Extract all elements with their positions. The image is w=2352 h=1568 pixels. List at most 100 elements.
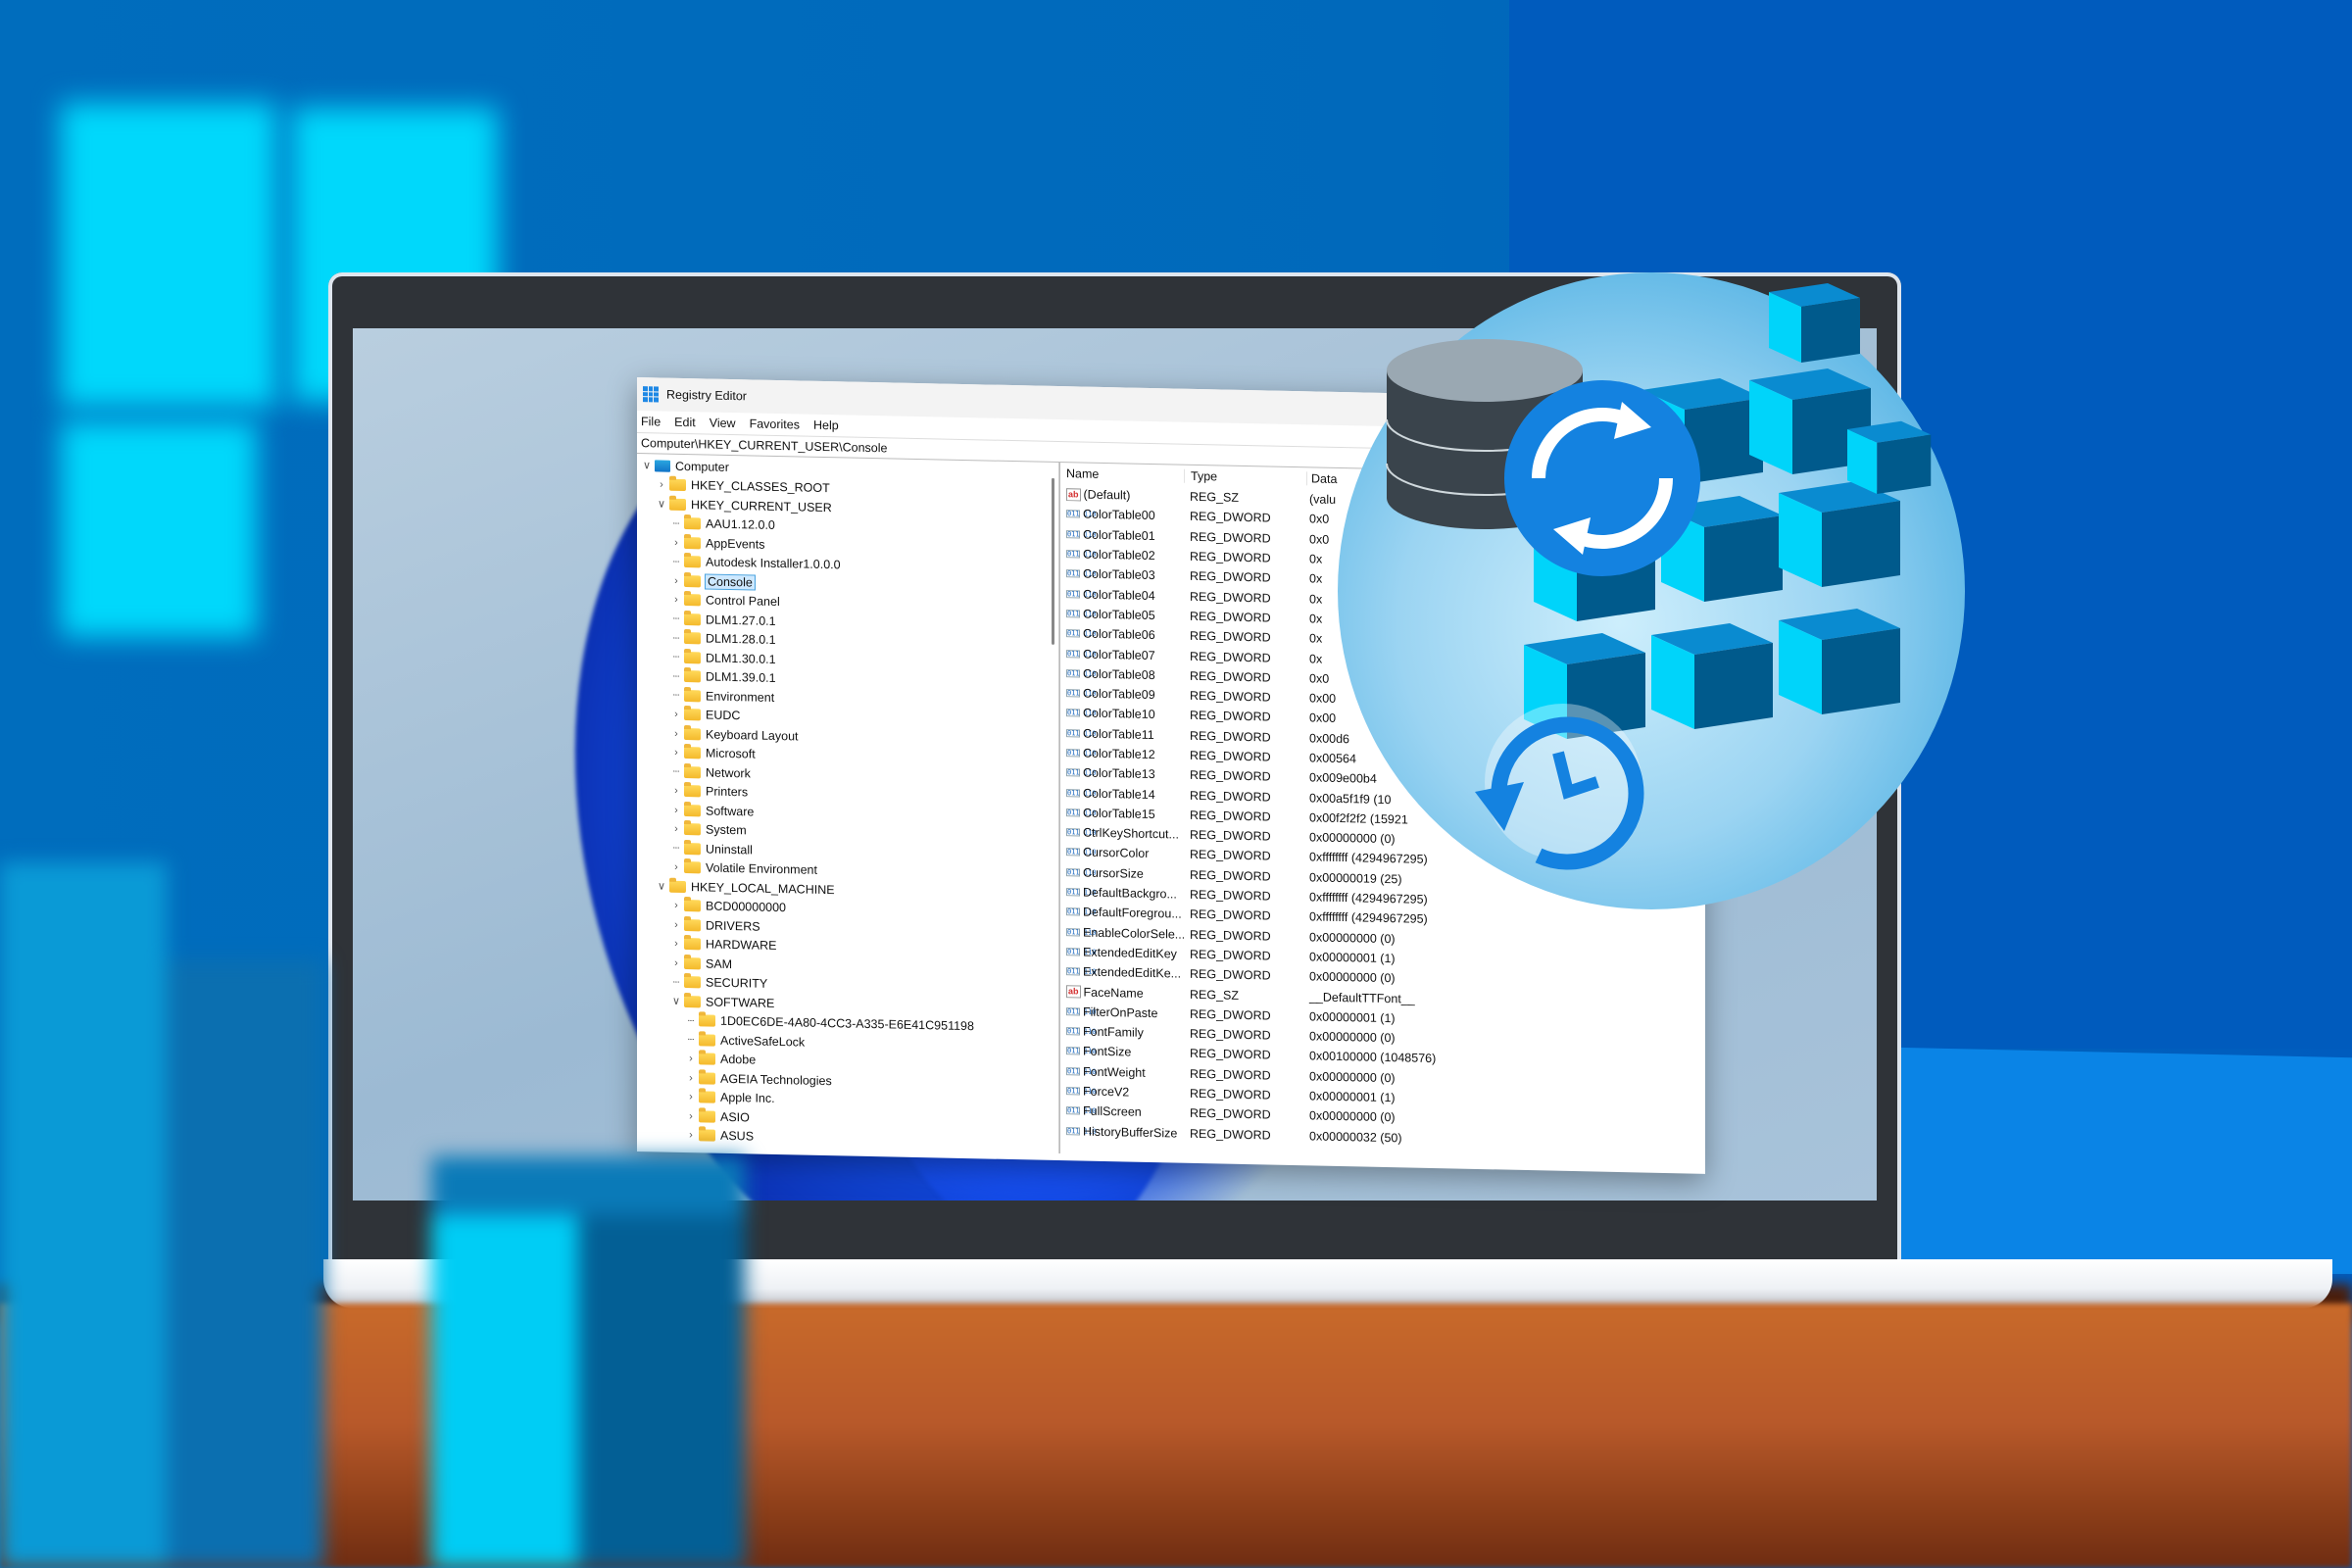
tree-connector-icon: ┈ — [672, 632, 680, 645]
chevron-right-icon[interactable]: › — [670, 804, 682, 816]
folder-icon — [684, 918, 701, 932]
column-header-type[interactable]: Type — [1185, 468, 1307, 486]
value-type: REG_DWORD — [1190, 1126, 1271, 1143]
menu-help[interactable]: Help — [813, 418, 839, 433]
value-name: 011 110 FullScreen — [1060, 1103, 1184, 1120]
cube-block — [1651, 623, 1773, 729]
chevron-right-icon[interactable]: › — [685, 1091, 697, 1102]
chevron-right-icon[interactable]: › — [685, 1110, 697, 1122]
folder-icon — [684, 556, 701, 568]
binary-value-icon: 011 110 — [1066, 1126, 1097, 1136]
chevron-right-icon[interactable]: › — [670, 727, 682, 740]
registry-editor-icon — [643, 386, 659, 403]
chevron-right-icon[interactable]: › — [670, 823, 682, 835]
registry-tree: ∨ Computer › HKEY_CLASSES_ROOT ∨ HKEY_CURRENT… — [637, 454, 1059, 1154]
tree-node-label: Control Panel — [706, 593, 780, 610]
value-type: REG_DWORD — [1190, 1006, 1271, 1023]
value-name-text: DefaultForegrou... — [1083, 905, 1182, 922]
folder-icon — [699, 1091, 715, 1103]
folder-icon — [699, 1129, 715, 1142]
value-name: 011 110 ColorTable07 — [1060, 647, 1184, 663]
binary-value-icon: 011 110 — [1066, 1087, 1097, 1096]
value-name-text: CursorSize — [1083, 865, 1144, 881]
chevron-right-icon[interactable]: › — [670, 861, 682, 873]
value-name-text: ColorTable04 — [1083, 587, 1155, 603]
blurred-cube-decoration — [0, 862, 323, 1568]
value-name: 011 110 CtrlKeyShortcut... — [1060, 825, 1184, 842]
tree-node-label: Apple Inc. — [720, 1091, 775, 1106]
value-name: 011 110 ColorTable15 — [1060, 806, 1184, 822]
tree-node-label: EUDC — [706, 708, 741, 723]
chevron-right-icon[interactable]: › — [670, 785, 682, 797]
binary-value-icon: 011 110 — [1066, 709, 1097, 718]
value-type: REG_DWORD — [1190, 609, 1271, 625]
cube-block — [1847, 420, 1932, 494]
binary-value-icon: 011 110 — [1066, 1106, 1097, 1116]
menu-view[interactable]: View — [710, 416, 736, 431]
binary-value-icon: 011 110 — [1066, 749, 1097, 758]
binary-value-icon: 011 110 — [1066, 848, 1097, 858]
value-type: REG_DWORD — [1190, 728, 1271, 745]
value-name-text: ColorTable09 — [1083, 686, 1155, 703]
value-name-text: ColorTable02 — [1083, 547, 1155, 564]
column-header-name[interactable]: Name — [1060, 466, 1185, 483]
chevron-down-icon[interactable]: ∨ — [656, 498, 667, 511]
tree-node-label: DLM1.30.0.1 — [706, 651, 776, 666]
chevron-right-icon[interactable]: › — [670, 956, 682, 969]
chevron-right-icon[interactable]: › — [670, 900, 682, 911]
chevron-right-icon[interactable]: › — [670, 747, 682, 759]
menu-edit[interactable]: Edit — [674, 416, 696, 429]
string-value-icon: ab — [1066, 487, 1081, 502]
folder-icon — [684, 517, 701, 530]
tree-node-label: Volatile Environment — [706, 860, 817, 878]
tree-scrollbar[interactable] — [1052, 477, 1054, 645]
chevron-right-icon[interactable]: › — [670, 918, 682, 931]
menu-file[interactable]: File — [641, 415, 661, 428]
value-type: REG_DWORD — [1190, 709, 1271, 724]
chevron-down-icon[interactable]: ∨ — [656, 880, 667, 893]
chevron-right-icon[interactable]: › — [656, 479, 667, 491]
value-name-text: ExtendedEditKey — [1083, 945, 1177, 961]
chevron-right-icon[interactable]: › — [670, 536, 682, 549]
tree-node-label: Autodesk Installer1.0.0.0 — [706, 555, 841, 572]
chevron-right-icon[interactable]: › — [685, 1129, 697, 1141]
folder-icon — [699, 1072, 715, 1085]
value-name-text: DefaultBackgro... — [1083, 885, 1177, 902]
tree-node-label: Keyboard Layout — [706, 727, 799, 744]
value-name: 011 110 FontWeight — [1060, 1064, 1184, 1081]
folder-icon — [684, 670, 701, 683]
chevron-right-icon[interactable]: › — [670, 709, 682, 720]
tree-node-label: ASUS — [720, 1129, 755, 1144]
value-name-text: ColorTable10 — [1083, 706, 1155, 722]
chevron-right-icon[interactable]: › — [670, 594, 682, 606]
chevron-right-icon[interactable]: › — [685, 1053, 697, 1064]
value-name-text: HistoryBufferSize — [1083, 1124, 1178, 1141]
tree-connector-icon: ┈ — [672, 843, 680, 856]
chevron-right-icon[interactable]: › — [685, 1072, 697, 1084]
value-type: REG_SZ — [1190, 489, 1240, 506]
value-name: 011 110 ForceV2 — [1060, 1084, 1184, 1101]
value-name: 011 110 CursorColor — [1060, 846, 1184, 862]
menu-favorites[interactable]: Favorites — [750, 416, 800, 431]
chevron-right-icon[interactable]: › — [670, 938, 682, 950]
chevron-down-icon[interactable]: ∨ — [641, 459, 653, 471]
tree-node-label: DLM1.28.0.1 — [706, 631, 776, 648]
value-name: 011 110 ColorTable14 — [1060, 786, 1184, 803]
chevron-right-icon[interactable]: › — [670, 574, 682, 587]
chevron-down-icon[interactable]: ∨ — [670, 995, 682, 1007]
binary-value-icon: 011 110 — [1066, 1066, 1097, 1076]
tree-connector-icon: ┈ — [672, 766, 680, 779]
cube-block — [1779, 481, 1900, 587]
tree-connector-icon: ┈ — [672, 670, 680, 683]
folder-icon — [684, 594, 701, 607]
tree-node-label: DRIVERS — [706, 918, 760, 934]
binary-value-icon: 011 110 — [1066, 808, 1097, 817]
tree-node-label: Microsoft — [706, 746, 756, 761]
tree-node-label: Software — [706, 804, 755, 819]
folder-icon — [669, 478, 686, 492]
value-name: 011 110 FilterOnPaste — [1060, 1004, 1184, 1021]
folder-icon — [684, 976, 701, 989]
tree-connector-icon: ┈ — [672, 613, 680, 626]
value-name: 011 110 ColorTable00 — [1060, 507, 1184, 523]
tree-node-label: Network — [706, 765, 751, 781]
